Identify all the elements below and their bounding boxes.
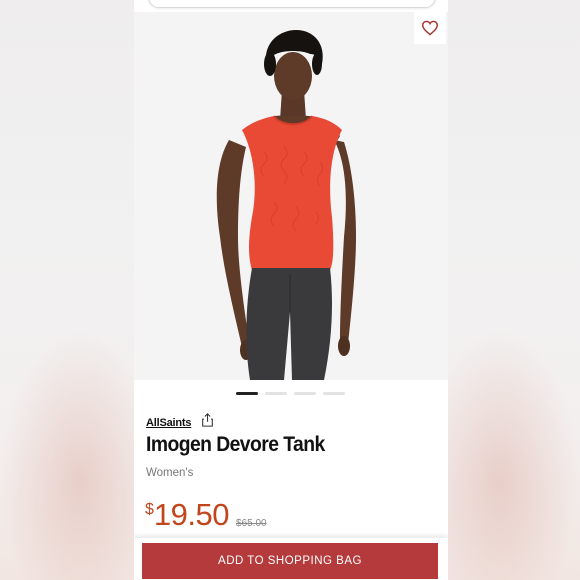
price-currency: $ — [145, 501, 154, 518]
price-row: $ 19.50 $65.00 — [145, 498, 267, 532]
product-image[interactable] — [134, 12, 448, 380]
brand-row: AllSaints — [146, 413, 214, 432]
bottom-action-bar: ADD TO SHOPPING BAG — [134, 538, 448, 580]
gallery-indicator — [236, 392, 345, 395]
brand-link[interactable]: AllSaints — [146, 417, 191, 429]
gallery-dot[interactable] — [294, 392, 316, 395]
product-category: Women's — [146, 467, 194, 479]
add-to-bag-button[interactable]: ADD TO SHOPPING BAG — [142, 543, 438, 579]
model-photo — [216, 30, 356, 380]
product-title: Imogen Devore Tank — [146, 433, 325, 456]
gallery-dot[interactable] — [323, 392, 345, 395]
original-price: $65.00 — [235, 518, 267, 529]
gallery-dot-active[interactable] — [236, 392, 258, 395]
background-blur-left — [0, 330, 134, 580]
share-button[interactable] — [201, 413, 214, 432]
phone-screen: AllSaints Imogen Devore Tank Women's $ 1… — [134, 0, 448, 580]
heart-icon — [421, 20, 439, 36]
background-blur-right — [446, 330, 580, 580]
favorite-button[interactable] — [414, 12, 446, 44]
share-icon — [202, 413, 214, 427]
sale-price: 19.50 — [153, 497, 230, 532]
search-bar[interactable] — [148, 0, 436, 8]
gallery-dot[interactable] — [265, 392, 287, 395]
